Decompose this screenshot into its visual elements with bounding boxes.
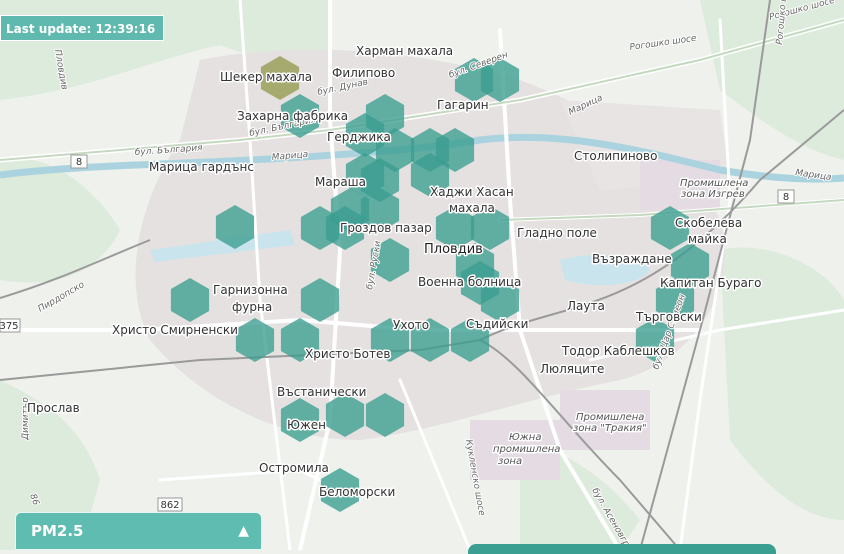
label-sadiyski: Съдийски [466, 317, 528, 331]
label-hristo-botev: Христо Ботев [305, 347, 390, 361]
label-izgrev-1: Промишлена [680, 178, 748, 189]
label-maika: майка [688, 232, 727, 246]
label-garnizonna: Гарнизонна [213, 283, 288, 297]
label-belomorski: Беломорски [319, 485, 395, 499]
label-marasha: Мараша [315, 175, 366, 189]
road-number-8-west: 8 [76, 157, 82, 168]
road-number-375: 375 [0, 321, 19, 332]
bottom-panel-tab[interactable] [468, 544, 776, 554]
label-gladno-pole: Гладно поле [517, 226, 597, 240]
label-hadzhi-hasan: Хаджи Хасан [430, 185, 514, 199]
label-ostromila: Остромила [259, 461, 329, 475]
label-sheker-mahala: Шекер махала [220, 70, 312, 84]
label-south-1: Южна [509, 432, 541, 443]
label-trakia-1: Промишлена [576, 412, 644, 423]
label-voenna-bolnitsa: Военна болница [418, 275, 521, 289]
label-south-3: зона [498, 456, 522, 467]
label-lyulyatsite: Люляците [540, 362, 604, 376]
label-gagarin: Гагарин [437, 98, 489, 112]
label-kapitan-burago: Капитан Бураго [660, 276, 761, 290]
label-south-2: промишлена [493, 444, 560, 455]
label-hristo-smirnenski: Христо Смирненски [112, 323, 238, 337]
label-harman-mahala: Харман махала [356, 44, 453, 58]
label-targovski: Търговски [635, 310, 702, 324]
label-zaharna-fabrika: Захарна фабрика [237, 109, 348, 123]
road-number-862: 862 [160, 500, 179, 511]
label-furna: фурна [232, 300, 272, 314]
label-vazrazhdane: Възраждане [592, 252, 672, 266]
label-skobeleva: Скобелева [675, 216, 742, 230]
label-grozdov-pazar: Гроздов пазар [340, 221, 432, 235]
road-number-8-east: 8 [783, 192, 789, 203]
label-yuzhen: Южен [287, 418, 326, 432]
pollutant-label: PM2.5 [31, 522, 84, 540]
label-uhoto: Ухото [393, 318, 429, 332]
label-hadzhi-hasan-mahala: махала [449, 201, 495, 215]
label-todor-kableshkov: Тодор Каблешков [561, 344, 675, 358]
label-plovdiv: Пловдив [424, 242, 483, 257]
label-gerdzhika: Герджика [327, 130, 391, 144]
label-proslav: Прослав [27, 401, 80, 415]
last-update-badge: Last update: 12:39:16 [0, 15, 165, 41]
air-quality-map[interactable]: 8 8 375 862 86 бул. Северен бул. Дунав б… [0, 0, 844, 550]
last-update-text: Last update: 12:39:16 [6, 22, 156, 36]
label-filipovo: Филипово [332, 66, 395, 80]
chevron-up-icon[interactable]: ▲ [238, 523, 249, 539]
label-izgrev-2: зона Изгрев [681, 189, 745, 200]
label-trakia-2: зона "Тракия" [573, 423, 647, 434]
label-stolipinovo: Столипиново [574, 149, 657, 163]
pollutant-selector[interactable]: PM2.5 ▲ [15, 512, 262, 550]
label-lauta: Лаута [567, 299, 605, 313]
label-maritsa-gardens: Марица гардънс [149, 160, 254, 174]
label-vastanicheski: Въстанически [277, 385, 366, 399]
